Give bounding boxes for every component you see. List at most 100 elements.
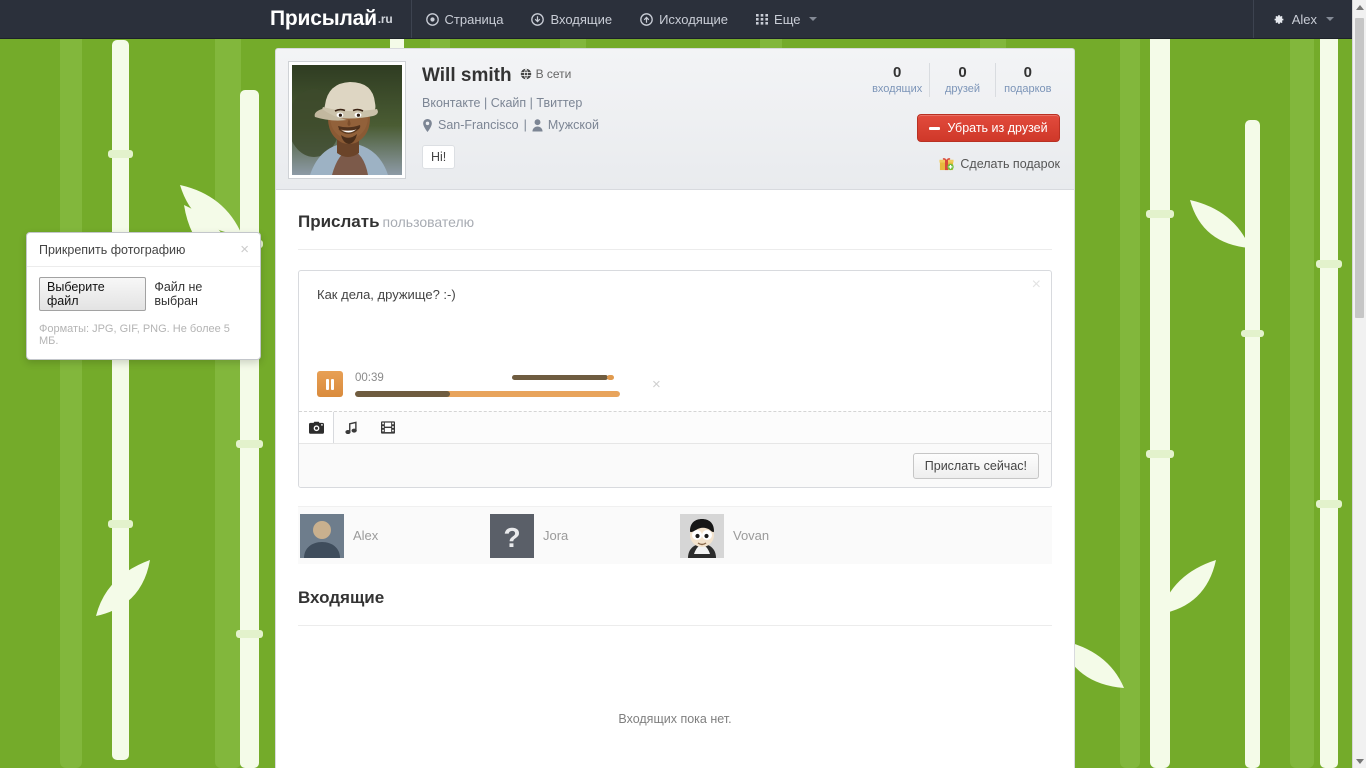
choose-file-button[interactable]: Выберите файл bbox=[39, 277, 147, 311]
scrollbar-down-button[interactable] bbox=[1353, 754, 1366, 768]
audio-progress-played bbox=[355, 390, 451, 397]
svg-text:?: ? bbox=[503, 522, 520, 553]
scrollbar-up-button[interactable] bbox=[1353, 0, 1366, 14]
status-badge: В сети bbox=[520, 67, 572, 81]
stat-value: 0 bbox=[1023, 64, 1032, 81]
page-root: Присылай .ru Страница Входящие Исходящие… bbox=[0, 0, 1366, 768]
status-text: В сети bbox=[535, 67, 572, 81]
avatar bbox=[680, 513, 724, 558]
attach-photo-button[interactable] bbox=[298, 412, 334, 443]
stat-label: входящих bbox=[872, 83, 923, 95]
popover-header: Прикрепить фотографию × bbox=[27, 233, 260, 267]
pause-bar-icon bbox=[331, 378, 334, 390]
attach-photo-popover: Прикрепить фотографию × Выберите файл Фа… bbox=[26, 232, 261, 360]
music-note-icon bbox=[345, 421, 358, 435]
chevron-down-icon bbox=[1326, 17, 1334, 21]
friend-name: Vovan bbox=[733, 528, 770, 543]
send-now-button[interactable]: Прислать сейчас! bbox=[912, 452, 1039, 479]
composer-close-icon[interactable]: × bbox=[1032, 277, 1041, 293]
profile-greeting: Hi! bbox=[422, 145, 456, 169]
avatar-frame[interactable] bbox=[288, 61, 406, 179]
send-gift-button[interactable]: Сделать подарок bbox=[865, 156, 1060, 171]
friend-name: Alex bbox=[353, 528, 379, 543]
send-title: Прислать bbox=[298, 212, 380, 231]
nav-item-more[interactable]: Еще bbox=[742, 0, 830, 38]
avatar: ? bbox=[490, 513, 534, 558]
profile-header-card: Will smith В сети Вконтакте | Скайп | Тв… bbox=[275, 48, 1075, 189]
friend-name: Jora bbox=[543, 528, 569, 543]
selected-file-name: Файл не выбран bbox=[154, 280, 203, 308]
stat-label: друзей bbox=[944, 83, 981, 95]
pause-button[interactable] bbox=[317, 371, 343, 397]
audio-progress-bar[interactable] bbox=[355, 390, 620, 397]
arrow-down-icon bbox=[1355, 758, 1364, 764]
navbar-left-spacer bbox=[0, 0, 270, 38]
friend-item[interactable]: Vovan bbox=[680, 513, 870, 558]
minus-icon bbox=[929, 126, 941, 130]
navbar-menu: Страница Входящие Исходящие Еще bbox=[412, 0, 831, 38]
profile-gender[interactable]: Мужской bbox=[548, 118, 599, 132]
attach-audio-button[interactable] bbox=[334, 412, 370, 443]
stat-friends[interactable]: 0 друзей bbox=[930, 63, 996, 97]
send-section-title: Прислать пользователю bbox=[298, 190, 1052, 232]
gift-icon bbox=[939, 156, 955, 171]
volume-fill bbox=[512, 375, 608, 380]
nav-item-stranica[interactable]: Страница bbox=[412, 0, 518, 38]
avatar-photo bbox=[292, 65, 402, 175]
friend-item[interactable]: ? Jora bbox=[490, 513, 680, 558]
remove-friend-label: Убрать из друзей bbox=[947, 121, 1048, 135]
map-pin-icon bbox=[422, 118, 433, 132]
volume-knob[interactable] bbox=[607, 375, 614, 380]
section-divider bbox=[298, 249, 1052, 250]
profile-location[interactable]: San-Francisco bbox=[438, 118, 519, 132]
brand-logo[interactable]: Присылай .ru bbox=[270, 0, 411, 38]
link-vkontakte[interactable]: Вконтакте bbox=[422, 96, 480, 110]
stat-value: 0 bbox=[892, 64, 902, 81]
page-scrollbar[interactable] bbox=[1352, 0, 1366, 768]
stat-incoming[interactable]: 0 входящих bbox=[865, 63, 931, 97]
file-format-hint: Форматы: JPG, GIF, PNG. Не более 5 МБ. bbox=[39, 323, 230, 347]
film-strip-icon bbox=[380, 421, 395, 434]
audio-time: 00:39 bbox=[355, 371, 384, 384]
file-input-row: Выберите файл Файл не выбран bbox=[39, 277, 248, 311]
grid-icon bbox=[756, 13, 769, 25]
link-divider: | bbox=[483, 96, 491, 110]
link-twitter[interactable]: Твиттер bbox=[536, 96, 582, 110]
audio-top-row: 00:39 bbox=[355, 372, 620, 384]
top-navbar: Присылай .ru Страница Входящие Исходящие… bbox=[0, 0, 1352, 39]
profile-name: Will smith bbox=[422, 65, 512, 86]
profile-actions: 0 входящих 0 друзей 0 подарков Убрать из… bbox=[865, 61, 1060, 177]
nav-item-label: Еще bbox=[774, 11, 801, 27]
nav-user-menu[interactable]: Alex bbox=[1252, 0, 1352, 38]
nav-user-label: Alex bbox=[1291, 11, 1317, 27]
volume-slider[interactable] bbox=[407, 375, 620, 380]
profile-social-links: Вконтакте | Скайп | Твиттер bbox=[422, 96, 865, 110]
stat-value: 0 bbox=[958, 64, 967, 81]
nav-item-label: Исходящие bbox=[659, 11, 729, 27]
scrollbar-thumb[interactable] bbox=[1355, 18, 1364, 318]
meta-divider: | bbox=[523, 118, 527, 132]
inbox-empty-text: Входящих пока нет. bbox=[618, 712, 732, 726]
gear-icon bbox=[1272, 13, 1285, 26]
inbox-title: Входящие bbox=[298, 588, 385, 607]
nav-item-ishodyashchie[interactable]: Исходящие bbox=[626, 0, 742, 38]
friends-strip: Alex ? Jora Vovan bbox=[298, 506, 1052, 564]
pause-bar-icon bbox=[326, 378, 329, 390]
send-subtitle: пользователю bbox=[382, 214, 475, 230]
composer-message-input[interactable]: Как дела, дружище? :-) bbox=[299, 271, 1051, 367]
popover-title: Прикрепить фотографию bbox=[39, 242, 186, 257]
remove-friend-button[interactable]: Убрать из друзей bbox=[917, 114, 1060, 142]
friend-item[interactable]: Alex bbox=[300, 513, 490, 558]
main-content: Will smith В сети Вконтакте | Скайп | Тв… bbox=[275, 48, 1075, 768]
navbar-spacer bbox=[831, 0, 1253, 38]
link-skype[interactable]: Скайп bbox=[491, 96, 526, 110]
attachment-toolbar-spacer bbox=[406, 412, 1051, 443]
stat-gifts[interactable]: 0 подарков bbox=[996, 63, 1060, 97]
nav-item-vhodyashchie[interactable]: Входящие bbox=[517, 0, 626, 38]
circle-arrow-up-icon bbox=[640, 12, 653, 26]
nav-item-label: Страница bbox=[444, 11, 504, 27]
close-icon[interactable]: × bbox=[240, 242, 249, 257]
audio-remove-icon[interactable]: × bbox=[652, 376, 661, 393]
nav-item-label: Входящие bbox=[550, 11, 613, 27]
attach-video-button[interactable] bbox=[370, 412, 406, 443]
